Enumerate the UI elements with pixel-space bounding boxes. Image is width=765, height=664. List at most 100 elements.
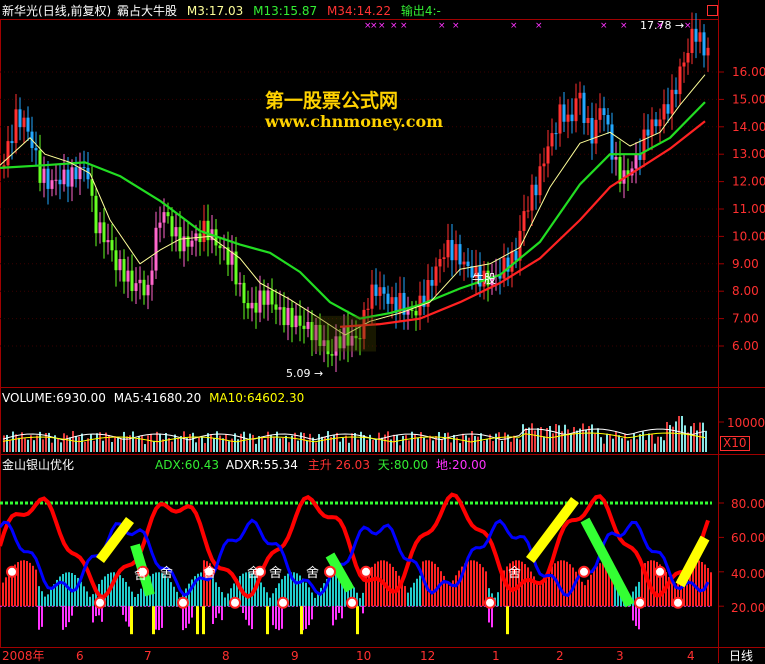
sell-marker: 舍 [508,566,522,581]
period-label[interactable]: 日线 [729,648,753,664]
formula-name[interactable]: 霸占大牛股 [117,4,177,18]
price-tick-label: 14.00 [732,120,765,134]
volume-bar [558,425,560,452]
candle-body [558,104,562,134]
histogram-bar [41,591,43,607]
histogram-bar [458,570,460,607]
histogram-bar [269,597,271,607]
yellow-spike [196,606,199,635]
histogram-bar-neg [92,606,94,623]
candle-body [642,129,646,160]
volume-bar [249,433,251,452]
histogram-bar-neg [338,606,340,613]
volume-bar [345,435,347,452]
volume-bar [495,433,497,452]
volume-bar [306,440,308,452]
volume-bar [147,435,149,452]
candle-body [150,270,154,285]
volume-bar [273,436,275,452]
candle-body [82,167,86,169]
x-label: 3 [616,649,624,663]
histogram-bar [170,582,172,607]
volume-bar [27,439,29,452]
output-marker: × [400,21,408,31]
volume-bar [171,441,173,452]
volume-bar [648,433,650,452]
histogram-bar-neg [245,606,247,620]
candle-body [578,92,582,99]
candle-body [54,179,58,181]
m13-readout: M13:15.87 [253,4,318,18]
volume-bar [297,440,299,452]
signal-circle [229,596,241,609]
price-tick-label: 16.00 [732,65,765,79]
histogram-bar [389,563,391,607]
histogram-bar-neg [71,606,73,616]
candle-body [262,290,266,305]
volume-bar [540,427,542,452]
maximize-icon[interactable] [707,5,718,16]
histogram-bar [362,592,364,607]
candle-body [674,89,678,95]
volume-bar [501,440,503,452]
candle-body [694,28,698,42]
histogram-bar [266,592,268,607]
histogram-bar-neg [128,606,130,627]
candle-body [462,261,466,265]
volume-bar [207,433,209,452]
candle-body [170,216,174,237]
histogram-bar-neg [38,606,40,630]
histogram-bar [377,561,379,607]
volume-bar [177,438,179,452]
indicator-header: 金山银山优化 [2,457,74,473]
volume-bar [522,424,524,452]
histogram-bar [584,585,586,607]
volume-bar [111,441,113,452]
histogram-bar [134,597,136,607]
indicator-name[interactable]: 金山银山优化 [2,458,74,472]
histogram-bar [296,573,298,607]
output-marker: × [510,21,518,31]
volume-bar [222,438,224,452]
sell-marker: 舍 [269,566,283,581]
candle-body [414,310,418,316]
ind-tick-80: 80.00 [731,497,765,511]
histogram-bar [707,567,709,607]
stock-name[interactable]: 新华光 [2,4,38,18]
candle-body [514,250,518,261]
volume-bar [321,436,323,452]
candle-body [174,227,178,237]
signal-circle [360,565,372,578]
volume-bar [570,433,572,452]
volume-bar [408,440,410,452]
adxr-readout: ADXR:55.34 [225,458,298,472]
histogram-bar [554,563,556,607]
volume-bar [594,433,596,452]
histogram-bar [416,578,418,607]
histogram-bar [407,592,409,607]
histogram-bar [131,591,133,607]
histogram-bar [89,596,91,607]
volume-bar [57,438,59,452]
candle-body [374,284,378,296]
candle-body [166,212,170,217]
candle-body [162,212,166,223]
signal-circle [94,596,106,609]
histogram-bar [539,585,541,607]
candle-body [34,148,38,151]
histogram-bar [92,594,94,607]
volume-bar [453,434,455,452]
x-label: 2008年 [2,649,45,663]
candle-body [654,119,658,127]
volume-bar [432,440,434,452]
histogram-bar [449,585,451,607]
histogram-bar-neg [311,606,313,620]
candle-body [270,290,274,305]
histogram-bar [470,560,472,607]
candle-body [670,89,674,114]
x-label: 1 [492,649,500,663]
volume-bar [429,435,431,452]
volume-bar [684,425,686,452]
histogram-bar [581,581,583,607]
histogram-bar [446,581,448,607]
